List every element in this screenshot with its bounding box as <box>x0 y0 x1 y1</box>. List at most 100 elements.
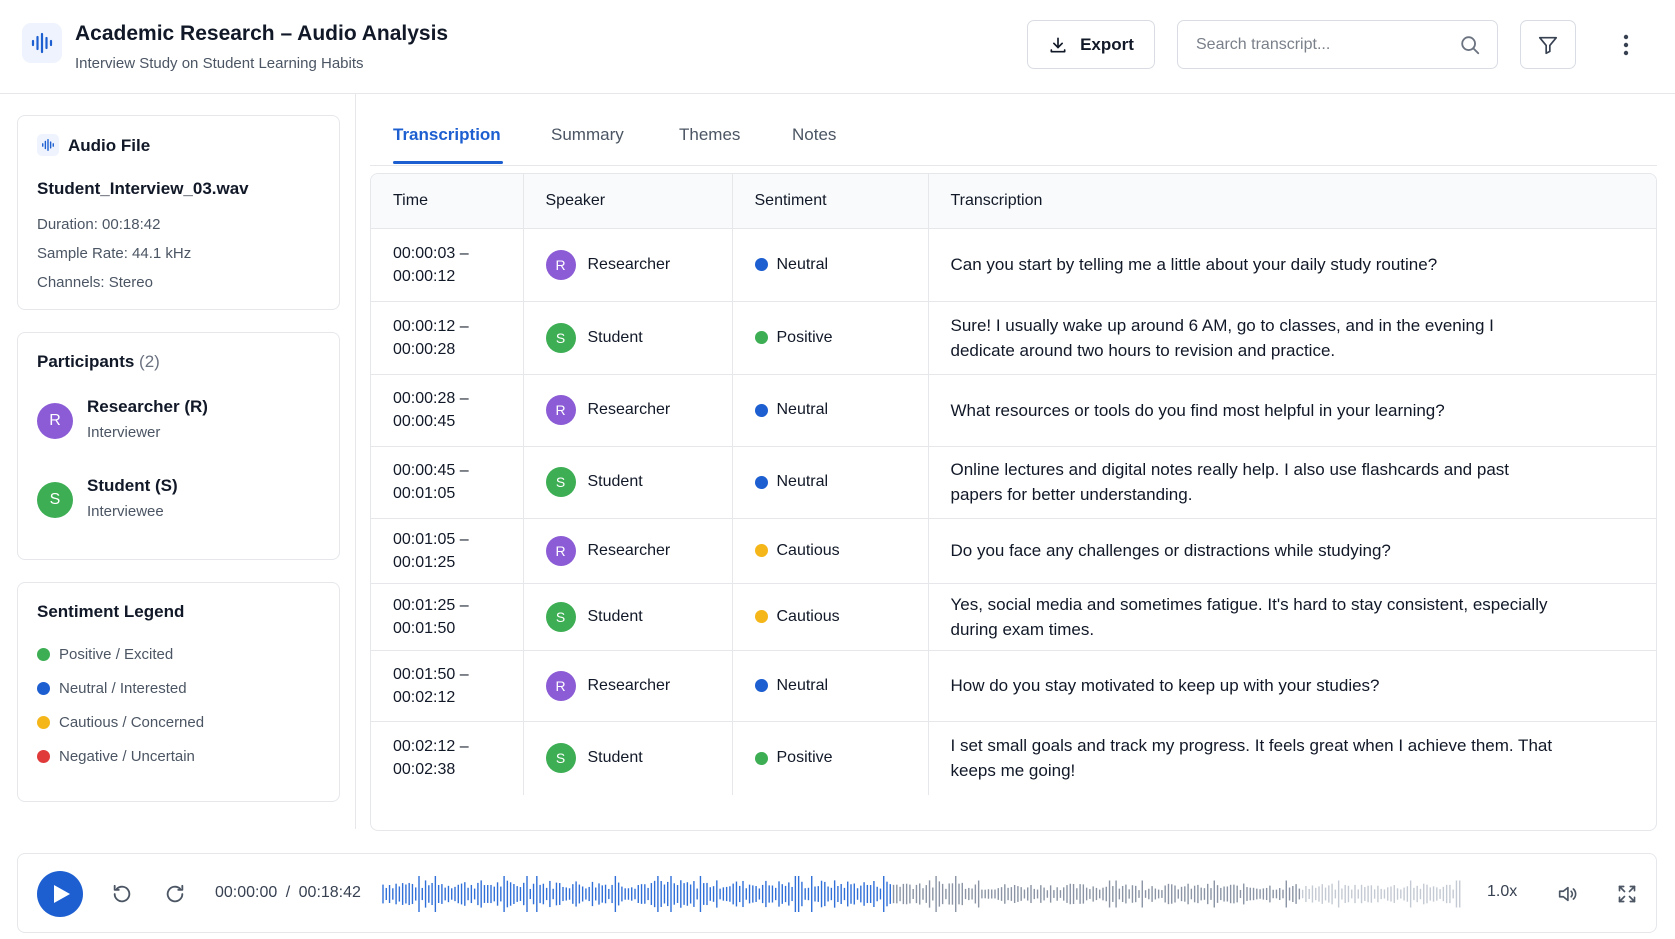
negative-dot-icon <box>37 750 50 763</box>
speaker-name: Researcher <box>587 676 671 694</box>
sentiment-label: Cautious <box>776 541 840 559</box>
end-time: 00:01:50 <box>393 619 456 637</box>
volume-button[interactable] <box>1552 879 1582 909</box>
playback-speed[interactable]: 1.0x <box>1487 883 1517 901</box>
sentiment-cell: Neutral <box>731 228 928 302</box>
time-display: 00:00:00 / 00:18:42 <box>215 884 361 902</box>
panel-divider <box>355 94 356 829</box>
sentiment-label: Neutral <box>776 255 829 273</box>
play-button[interactable] <box>37 871 83 917</box>
end-time: 00:01:25 <box>393 553 456 571</box>
search-input[interactable] <box>1196 21 1446 68</box>
tab-themes[interactable]: Themes <box>679 125 740 145</box>
participants-count: (2) <box>139 352 160 371</box>
rewind-button[interactable] <box>107 879 137 909</box>
transcription-cell: Can you start by telling me a little abo… <box>927 228 1656 302</box>
speaker-cell: S Student <box>522 446 732 519</box>
participant-name: Researcher (R) <box>87 397 208 416</box>
sentiment-cell: Positive <box>731 721 928 795</box>
tab-transcription[interactable]: Transcription <box>393 125 501 145</box>
end-time: 00:02:12 <box>393 688 456 706</box>
avatar: R <box>37 403 73 439</box>
table-row[interactable]: 00:02:12 – 00:02:38 S Student Positive I set … <box>371 721 1656 795</box>
transcription-cell: Online lectures and digital notes really… <box>927 446 1656 519</box>
column-header-sentiment[interactable]: Sentiment <box>731 174 928 229</box>
participant-student[interactable]: S Student (S) Interviewee <box>37 476 327 526</box>
legend-item-negative: Negative / Uncertain <box>37 748 195 765</box>
transcription-cell: I set small goals and track my progress.… <box>927 721 1656 795</box>
sample-rate-text: Sample Rate: 44.1 kHz <box>37 245 192 262</box>
more-vertical-icon <box>1623 34 1629 56</box>
start-time: 00:02:12 – <box>393 738 469 756</box>
time-cell: 00:00:12 – 00:00:28 <box>371 301 523 375</box>
fullscreen-icon <box>1617 884 1637 904</box>
channels-text: Channels: Stereo <box>37 274 153 291</box>
filter-button[interactable] <box>1520 20 1576 69</box>
start-time: 00:01:50 – <box>393 665 469 683</box>
file-name: Student_Interview_03.wav <box>37 179 249 198</box>
participant-role: Interviewer <box>87 424 161 441</box>
audio-file-card: Audio File Student_Interview_03.wav Dura… <box>17 115 340 310</box>
rewind-icon <box>111 883 133 905</box>
page-title: Academic Research – Audio Analysis <box>75 22 449 45</box>
table-row[interactable]: 00:00:03 – 00:00:12 R Researcher Neutral Can … <box>371 228 1656 302</box>
column-header-speaker[interactable]: Speaker <box>522 174 732 229</box>
forward-icon <box>164 883 186 905</box>
time-separator: / <box>285 884 291 901</box>
table-row[interactable]: 00:01:25 – 00:01:50 S Student Cautious Yes, s… <box>371 583 1656 651</box>
sentiment-cell: Neutral <box>731 374 928 447</box>
tab-summary[interactable]: Summary <box>551 125 624 145</box>
start-time: 00:00:28 – <box>393 390 469 407</box>
speaker-cell: R Researcher <box>522 518 732 584</box>
cautious-dot-icon <box>37 716 50 729</box>
sentiment-label: Positive <box>776 749 833 767</box>
play-icon <box>53 884 71 904</box>
page-subtitle: Interview Study on Student Learning Habi… <box>75 55 364 72</box>
app-header: Academic Research – Audio Analysis Inter… <box>0 0 1675 94</box>
column-header-transcription[interactable]: Transcription <box>927 174 1656 229</box>
table-row[interactable]: 00:01:50 – 00:02:12 R Researcher Neutral How … <box>371 650 1656 722</box>
participants-card: Participants (2) R Researcher (R) Interv… <box>17 332 340 560</box>
table-header-row: Time Speaker Sentiment Transcription <box>371 174 1656 229</box>
export-label: Export <box>1080 34 1134 54</box>
table-row[interactable]: 00:00:45 – 00:01:05 S Student Neutral Online … <box>371 446 1656 519</box>
avatar: R <box>545 395 576 425</box>
waveform-icon <box>22 23 62 63</box>
search-box <box>1177 20 1498 69</box>
end-time: 00:00:28 <box>393 340 456 358</box>
column-header-time[interactable]: Time <box>371 174 523 229</box>
positive-dot-icon <box>37 648 50 661</box>
end-time: 00:00:12 <box>393 267 456 285</box>
sentiment-cell: Neutral <box>731 650 928 722</box>
sentiment-label: Cautious <box>776 607 840 625</box>
avatar: S <box>545 322 576 353</box>
legend-item-cautious: Cautious / Concerned <box>37 714 204 731</box>
time-cell: 00:00:45 – 00:01:05 <box>371 446 523 519</box>
waveform-scrubber[interactable] <box>382 872 1462 916</box>
export-button[interactable]: Export <box>1027 20 1155 69</box>
transcription-cell: Sure! I usually wake up around 6 AM, go … <box>927 301 1656 375</box>
table-row[interactable]: 00:01:05 – 00:01:25 R Researcher Cautious Do … <box>371 518 1656 584</box>
table-row[interactable]: 00:00:28 – 00:00:45 R Researcher Neutral What… <box>371 374 1656 447</box>
avatar: R <box>545 535 576 566</box>
audio-player: 00:00:00 / 00:18:42 1.0x <box>17 853 1657 933</box>
participant-researcher[interactable]: R Researcher (R) Interviewer <box>37 397 327 447</box>
forward-button[interactable] <box>160 879 190 909</box>
fullscreen-button[interactable] <box>1612 879 1642 909</box>
sentiment-label: Positive <box>776 328 833 346</box>
transcription-table: Time Speaker Sentiment Transcription 00:… <box>370 173 1657 831</box>
avatar: R <box>545 249 576 280</box>
sentiment-dot-icon <box>754 475 768 489</box>
table-row[interactable]: 00:00:12 – 00:00:28 S Student Positive Sure! … <box>371 301 1656 375</box>
audio-file-heading: Audio File <box>68 136 151 155</box>
current-time: 00:00:00 <box>215 884 278 901</box>
search-icon[interactable] <box>1459 34 1481 56</box>
time-cell: 00:00:28 – 00:00:45 <box>371 374 523 447</box>
speaker-name: Researcher <box>587 401 671 418</box>
participant-role: Interviewee <box>87 503 164 520</box>
tab-notes[interactable]: Notes <box>792 125 836 145</box>
start-time: 00:01:05 – <box>393 530 469 548</box>
volume-icon <box>1555 883 1579 905</box>
end-time: 00:00:45 <box>393 413 456 430</box>
more-options-button[interactable] <box>1612 28 1640 62</box>
